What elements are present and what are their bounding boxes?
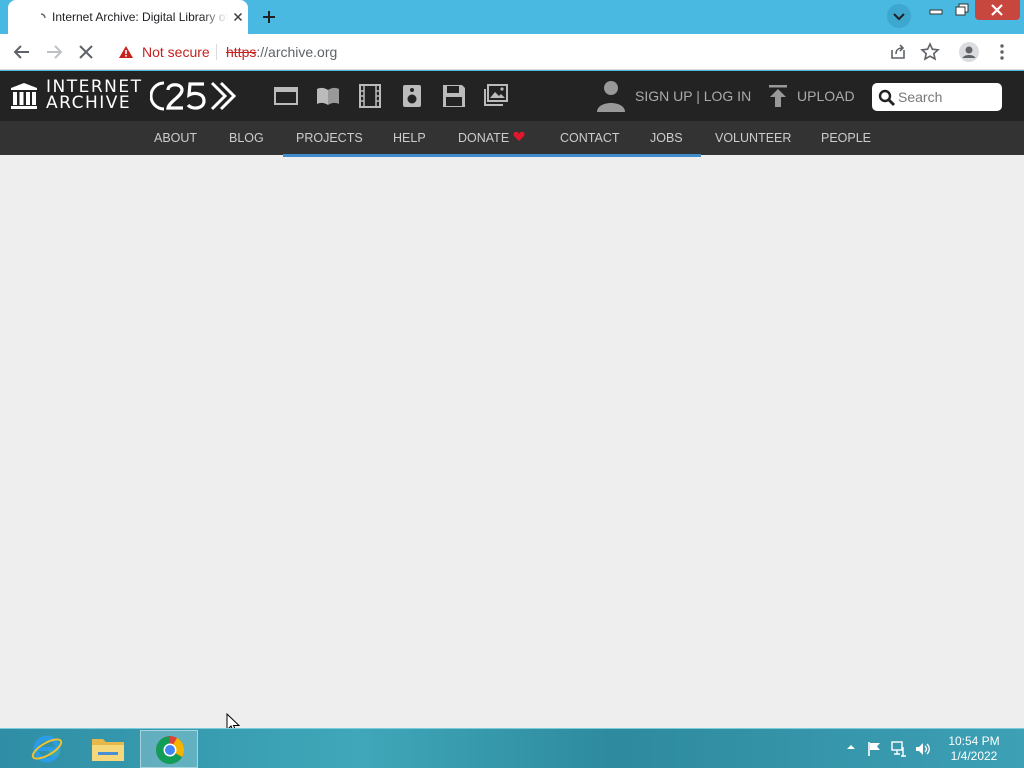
- software-icon[interactable]: [441, 83, 467, 109]
- upload-link[interactable]: UPLOAD: [797, 88, 855, 104]
- action-center-flag-icon[interactable]: [866, 741, 882, 757]
- archive-building-icon[interactable]: [10, 82, 38, 110]
- tab-strip: Internet Archive: Digital Library of Fre…: [0, 0, 1024, 34]
- web-icon[interactable]: [273, 83, 299, 109]
- nav-blog[interactable]: BLOG: [229, 131, 264, 145]
- kebab-menu-icon[interactable]: [991, 41, 1013, 63]
- browser-toolbar: Not secure https://archive.org: [0, 34, 1024, 70]
- forward-arrow-icon[interactable]: [43, 41, 65, 63]
- nav-people[interactable]: PEOPLE: [821, 131, 871, 145]
- back-arrow-icon[interactable]: [11, 41, 33, 63]
- nav-donate[interactable]: DONATE: [458, 131, 525, 145]
- ia-top-nav: ABOUT BLOG PROJECTS HELP DONATE CONTACT …: [0, 121, 1024, 155]
- chrome-icon: [156, 736, 184, 764]
- restore-icon: [955, 3, 969, 16]
- upload-icon[interactable]: [767, 84, 789, 108]
- chevron-down-icon: [893, 13, 905, 21]
- url-text[interactable]: https://archive.org: [226, 44, 337, 60]
- url-scheme: https: [226, 44, 257, 60]
- nav-donate-label: DONATE: [458, 131, 510, 145]
- ia-logo-wordmark[interactable]: INTERNET ARCHIVE: [46, 79, 143, 113]
- nav-about[interactable]: ABOUT: [154, 131, 197, 145]
- loading-spinner-icon: [40, 13, 46, 19]
- profile-avatar-icon[interactable]: [958, 41, 980, 63]
- video-icon[interactable]: [357, 83, 383, 109]
- minimize-button[interactable]: [925, 2, 947, 22]
- omnibox-divider: [216, 44, 217, 60]
- signup-login-link[interactable]: SIGN UP | LOG IN: [635, 88, 751, 104]
- browser-tab[interactable]: Internet Archive: Digital Library of Fre…: [8, 0, 248, 34]
- share-icon[interactable]: [887, 41, 909, 63]
- ia-header: INTERNET ARCHIVE SIGN UP | LOG IN UPLOAD…: [0, 71, 1024, 121]
- internet-explorer-icon: [31, 735, 63, 763]
- windows-taskbar: 10:54 PM 1/4/2022: [0, 728, 1024, 768]
- user-icon[interactable]: [596, 80, 626, 112]
- nav-jobs[interactable]: JOBS: [650, 131, 683, 145]
- stop-loading-icon[interactable]: [75, 41, 97, 63]
- taskbar-chrome-button[interactable]: [140, 730, 198, 768]
- ia-25th-anniversary-logo[interactable]: [150, 80, 246, 112]
- nav-contact[interactable]: CONTACT: [560, 131, 620, 145]
- restore-button[interactable]: [950, 2, 974, 22]
- nav-help[interactable]: HELP: [393, 131, 426, 145]
- taskbar-ie-button[interactable]: [18, 730, 76, 768]
- bookmark-star-icon[interactable]: [919, 41, 941, 63]
- show-hidden-icons-icon[interactable]: [845, 741, 857, 753]
- images-icon[interactable]: [483, 83, 509, 109]
- clock-time: 10:54 PM: [948, 734, 1000, 748]
- page-content-area: [0, 155, 1024, 728]
- audio-icon[interactable]: [399, 83, 425, 109]
- volume-icon[interactable]: [915, 741, 931, 757]
- taskbar-explorer-button[interactable]: [79, 730, 137, 768]
- new-tab-button[interactable]: [258, 6, 280, 28]
- close-window-button[interactable]: [975, 0, 1020, 20]
- url-host: ://archive.org: [256, 44, 338, 60]
- address-bar[interactable]: Not secure https://archive.org: [110, 37, 950, 67]
- tab-search-button[interactable]: [887, 4, 911, 28]
- search-input[interactable]: [898, 87, 998, 107]
- security-label[interactable]: Not secure: [142, 44, 210, 60]
- tab-title: Internet Archive: Digital Library of Fre…: [52, 10, 228, 24]
- texts-icon[interactable]: [315, 83, 341, 109]
- minimize-icon: [929, 9, 943, 15]
- loading-progress-bar: [283, 154, 701, 157]
- close-icon: [991, 4, 1003, 16]
- logo-line-2: ARCHIVE: [46, 93, 132, 113]
- nav-projects[interactable]: PROJECTS: [296, 131, 363, 145]
- clock-date: 1/4/2022: [950, 749, 998, 763]
- tab-close-icon[interactable]: [230, 9, 246, 25]
- nav-volunteer[interactable]: VOLUNTEER: [715, 131, 791, 145]
- file-explorer-icon: [92, 739, 124, 761]
- warning-triangle-icon[interactable]: [118, 45, 134, 59]
- ia-search-box[interactable]: [872, 83, 1002, 111]
- heart-icon: [513, 131, 525, 141]
- taskbar-clock[interactable]: 10:54 PM 1/4/2022: [940, 734, 1008, 764]
- search-icon[interactable]: [878, 89, 896, 107]
- network-icon[interactable]: [891, 741, 907, 757]
